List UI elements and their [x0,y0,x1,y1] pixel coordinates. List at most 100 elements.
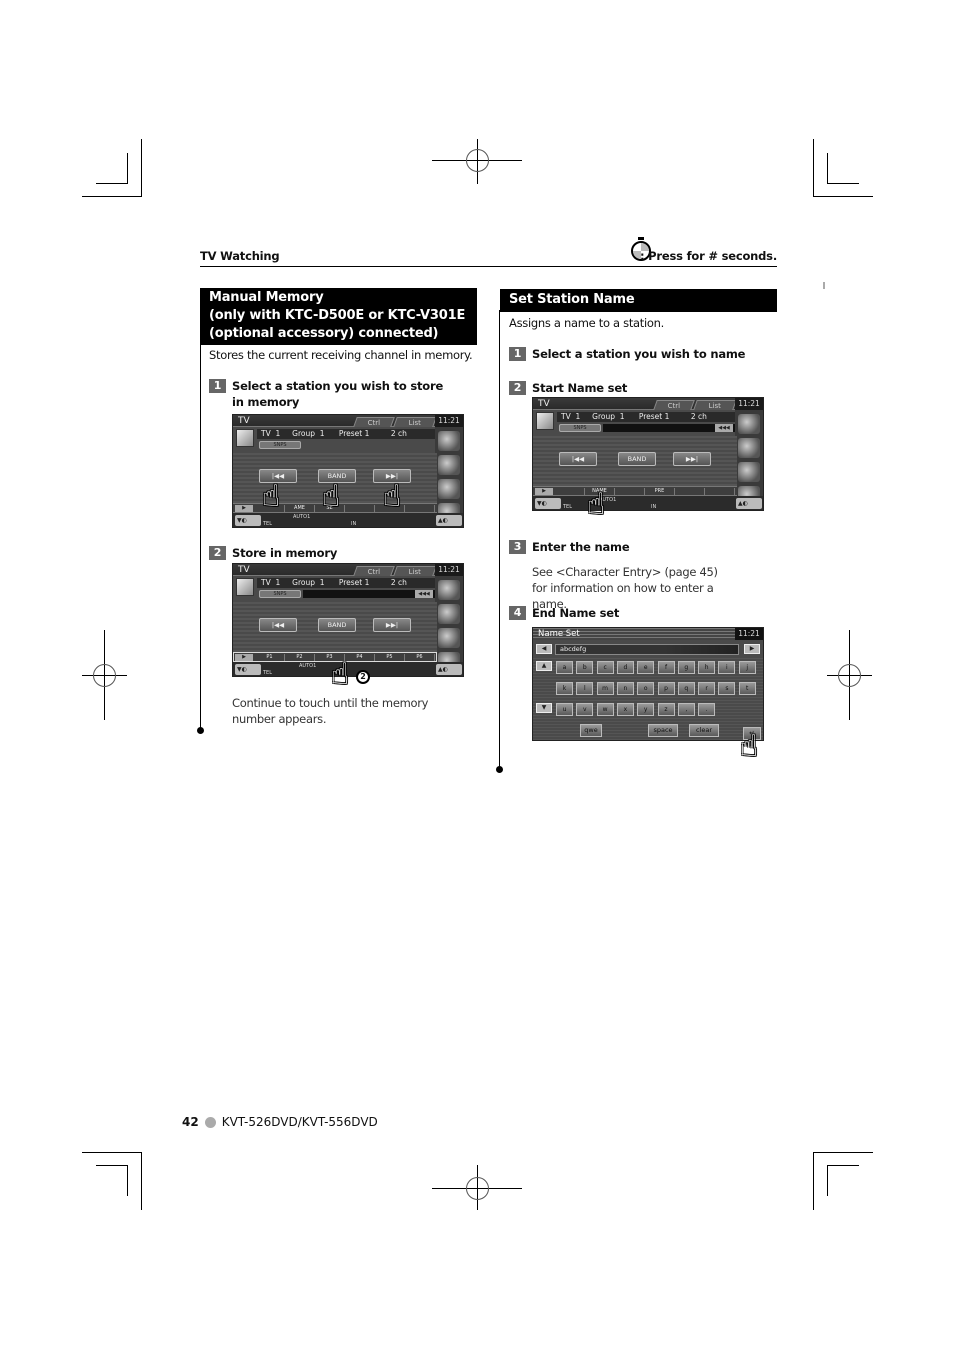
title-line: (only with KTC-D500E or KTC-V301E [209,308,466,323]
video-thumbnail-icon[interactable] [536,412,554,430]
media-icon[interactable] [438,455,460,475]
media-icon[interactable] [738,438,760,458]
auto-indicator: AUTO1 [293,514,311,520]
key-a[interactable]: a [556,661,573,674]
key-c[interactable]: c [596,661,614,674]
function-slot[interactable] [615,488,645,495]
name-input[interactable]: abcdefg [555,644,739,655]
tab-ctrl[interactable]: Ctrl [353,417,395,427]
key-d[interactable]: d [616,661,634,674]
tab-list[interactable]: List [393,417,437,427]
volume-down-button[interactable]: ▼◐ [235,515,261,526]
key-r[interactable]: r [698,682,716,695]
qwe-button[interactable]: qwe [580,724,602,737]
preset-p2[interactable]: P2 [285,654,315,661]
function-slot[interactable] [675,488,705,495]
key-i[interactable]: i [718,661,736,674]
step-text: Select a station you wish to store in me… [232,379,444,409]
band-button[interactable]: BAND [318,618,356,632]
play-button[interactable]: ▶ [535,488,553,495]
preset-p1[interactable]: P1 [255,654,285,661]
key-z[interactable]: z [657,703,675,716]
next-button[interactable]: ▶▶| [373,618,411,632]
key-s[interactable]: s [718,682,736,695]
key-q[interactable]: q [677,682,695,695]
cursor-left-button[interactable]: ◀ [536,644,552,654]
clear-button[interactable]: clear [689,724,719,737]
key-g[interactable]: g [677,661,695,674]
play-button[interactable]: ▶ [235,654,253,661]
key-v[interactable]: v [576,703,594,716]
speaker-icon[interactable] [438,479,460,499]
space-button[interactable]: space [648,724,678,737]
key-x[interactable]: x [616,703,634,716]
scroll-down-button[interactable]: ▼ [536,703,552,713]
key-k[interactable]: k [556,682,573,695]
tab-ctrl[interactable]: Ctrl [353,566,395,576]
section-description: Assigns a name to a station. [509,316,664,330]
key-h[interactable]: h [698,661,716,674]
key-l[interactable]: l [576,682,594,695]
play-button[interactable]: ▶ [235,505,253,512]
preset-p4[interactable]: P4 [345,654,375,661]
volume-up-button[interactable]: ▲◐ [436,515,462,526]
video-thumbnail-icon[interactable] [236,578,254,596]
right-rule-end-dot [496,766,503,773]
key-f[interactable]: f [657,661,675,674]
snps-button[interactable]: SNPS [259,590,301,598]
function-slot[interactable] [705,488,735,495]
screen-title: TV [238,565,250,575]
prev-button[interactable]: |◀◀ [259,618,297,632]
snps-button[interactable]: SNPS [559,424,601,432]
menu-icon[interactable] [438,580,460,600]
tab-ctrl[interactable]: Ctrl [653,400,695,410]
bullet-icon [204,1116,216,1128]
touch-hand-icon: ☝ [383,479,402,514]
speaker-icon[interactable] [738,462,760,482]
function-slot[interactable] [345,505,375,512]
key-j[interactable]: j [738,661,756,674]
next-button[interactable]: ▶▶| [673,452,711,466]
key-w[interactable]: w [596,703,614,716]
rewind-button[interactable]: ◀◀◀ [415,590,433,598]
snps-button[interactable]: SNPS [259,441,301,449]
menu-icon[interactable] [438,431,460,451]
key-m[interactable]: m [596,682,614,695]
preset-p5[interactable]: P5 [375,654,405,661]
key-o[interactable]: o [637,682,655,695]
function-slot[interactable] [555,488,585,495]
key-y[interactable]: y [637,703,655,716]
volume-up-button[interactable]: ▲◐ [436,664,462,675]
video-thumbnail-icon[interactable] [236,429,254,447]
key-e[interactable]: e [637,661,655,674]
band-button[interactable]: BAND [618,452,656,466]
volume-down-button[interactable]: ▼◐ [535,498,561,509]
key-p[interactable]: p [657,682,675,695]
key-period[interactable]: . [698,703,716,716]
key-n[interactable]: n [616,682,634,695]
device-screen-tv-3: TV Ctrl List 11:21 TV 1 Group 1 Preset 1… [532,397,764,511]
function-slot[interactable] [405,505,435,512]
prev-button[interactable]: |◀◀ [559,452,597,466]
scroll-up-button[interactable]: ▲ [536,661,552,671]
key-u[interactable]: u [556,703,573,716]
speaker-icon[interactable] [438,628,460,648]
preset-p6[interactable]: P6 [405,654,435,661]
tab-list[interactable]: List [393,566,437,576]
volume-down-button[interactable]: ▼◐ [235,664,261,675]
step-text: Enter the name [532,540,630,554]
rewind-button[interactable]: ◀◀◀ [715,424,733,432]
touch-hand-icon: ☝ [587,487,606,522]
key-b[interactable]: b [576,661,594,674]
preset-button[interactable]: PRE [645,488,675,495]
media-icon[interactable] [438,604,460,624]
menu-icon[interactable] [738,414,760,434]
step-2: 2 Start Name set [509,380,627,396]
tab-list[interactable]: List [693,400,737,410]
key-t[interactable]: t [738,682,756,695]
volume-up-button[interactable]: ▲◐ [736,498,762,509]
cursor-right-button[interactable]: ▶ [744,644,760,654]
in-indicator: IN [351,521,357,527]
function-slot[interactable]: AME [285,505,315,512]
key-comma[interactable]: , [677,703,695,716]
